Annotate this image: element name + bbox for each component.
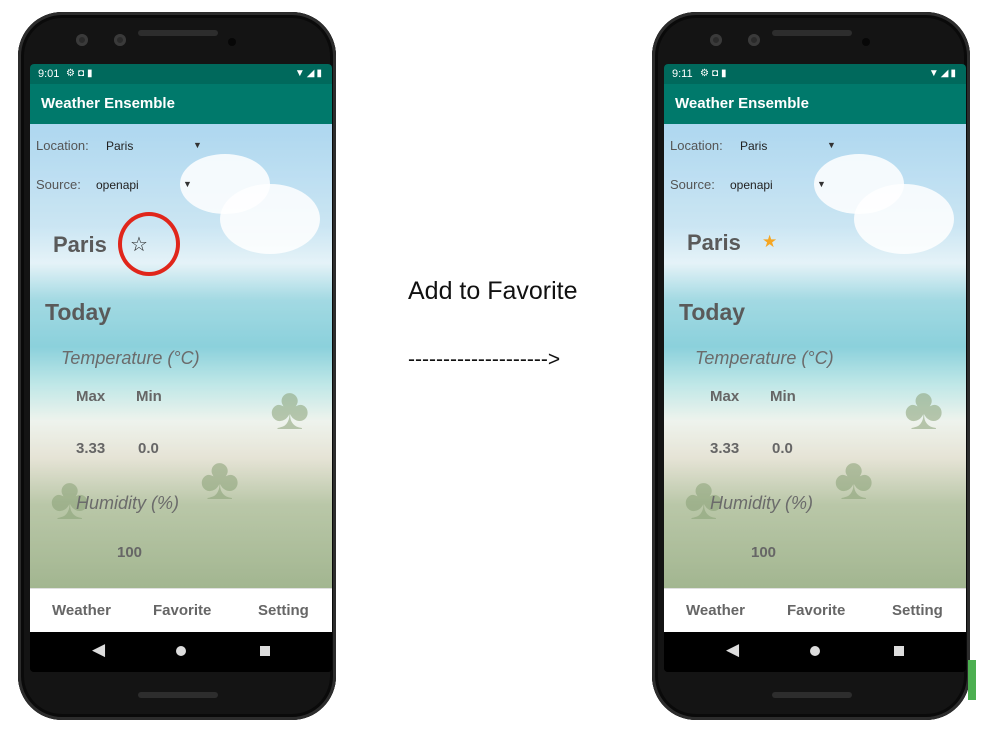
weather-content: ♣ ♣ ♣ Location: Paris ▼ Source: openapi …: [30, 124, 332, 588]
status-time: 9:01: [38, 68, 60, 80]
status-time: 9:11: [672, 68, 693, 80]
phone-before: 9:01 ⚙◘▮ ▼◢▮ Weather Ensemble ♣ ♣ ♣ Loca…: [18, 12, 336, 720]
dropdown-arrow-icon[interactable]: ▼: [817, 179, 826, 189]
tab-favorite[interactable]: Favorite: [153, 602, 211, 619]
earpiece-speaker: [138, 30, 218, 36]
today-heading: Today: [679, 299, 746, 325]
source-label: Source:: [36, 177, 81, 192]
humidity-value: 100: [117, 544, 143, 561]
source-dropdown[interactable]: openapi: [730, 178, 773, 192]
app-bar: Weather Ensemble: [30, 84, 332, 124]
max-label: Max: [710, 388, 740, 405]
bottom-tab-bar: Weather Favorite Setting: [664, 588, 966, 633]
city-name: Paris: [687, 230, 741, 255]
min-value: 0.0: [138, 440, 159, 457]
humidity-title: Humidity (%): [710, 493, 814, 513]
proximity-sensor: [228, 38, 236, 46]
caption: Add to Favorite: [408, 277, 578, 305]
city-name: Paris: [53, 232, 107, 257]
status-bar: 9:11 ⚙◘▮ ▼◢▮: [664, 64, 966, 84]
temperature-title: Temperature (°C): [695, 348, 834, 368]
min-label: Min: [770, 388, 796, 405]
app-title: Weather Ensemble: [41, 95, 175, 112]
home-icon[interactable]: [810, 646, 820, 656]
transition-arrow: -------------------->: [408, 348, 561, 371]
location-label: Location:: [670, 138, 723, 153]
earpiece-speaker: [772, 30, 852, 36]
location-dropdown[interactable]: Paris: [740, 139, 767, 153]
back-icon[interactable]: ◀: [726, 640, 739, 660]
dropdown-arrow-icon[interactable]: ▼: [183, 179, 192, 189]
dropdown-arrow-icon[interactable]: ▼: [193, 140, 202, 150]
android-nav-bar: ◀: [30, 632, 332, 672]
max-label: Max: [76, 388, 106, 405]
tab-weather[interactable]: Weather: [686, 602, 745, 619]
app-title: Weather Ensemble: [675, 95, 809, 112]
humidity-title: Humidity (%): [76, 493, 180, 513]
favorite-star-icon[interactable]: ★: [762, 232, 777, 252]
signal-battery-icon: ▼◢▮: [928, 68, 958, 79]
proximity-sensor: [862, 38, 870, 46]
highlight-circle: [118, 212, 180, 276]
max-value: 3.33: [710, 440, 740, 457]
signal-battery-icon: ▼◢▮: [294, 68, 324, 79]
source-label: Source:: [670, 177, 715, 192]
home-icon[interactable]: [176, 646, 186, 656]
weather-content: ♣ ♣ ♣ Location: Paris ▼ Source: openapi …: [664, 124, 966, 588]
bottom-speaker: [772, 692, 852, 698]
humidity-value: 100: [751, 544, 777, 561]
min-label: Min: [136, 388, 162, 405]
source-dropdown[interactable]: openapi: [96, 178, 139, 192]
today-heading: Today: [45, 299, 112, 325]
recent-apps-icon[interactable]: [260, 646, 270, 656]
status-bar: 9:01 ⚙◘▮ ▼◢▮: [30, 64, 332, 84]
location-label: Location:: [36, 138, 89, 153]
back-icon[interactable]: ◀: [92, 640, 105, 660]
tab-favorite[interactable]: Favorite: [787, 602, 845, 619]
bottom-speaker: [138, 692, 218, 698]
location-dropdown[interactable]: Paris: [106, 139, 133, 153]
tab-setting[interactable]: Setting: [258, 602, 309, 619]
dropdown-arrow-icon[interactable]: ▼: [827, 140, 836, 150]
app-bar: Weather Ensemble: [664, 84, 966, 124]
max-value: 3.33: [76, 440, 106, 457]
camera-icon: [710, 34, 722, 46]
bottom-tab-bar: Weather Favorite Setting: [30, 588, 332, 633]
android-nav-bar: ◀: [664, 632, 966, 672]
temperature-title: Temperature (°C): [61, 348, 200, 368]
screen-before: 9:01 ⚙◘▮ ▼◢▮ Weather Ensemble ♣ ♣ ♣ Loca…: [30, 64, 332, 672]
window-edge: [968, 660, 976, 700]
min-value: 0.0: [772, 440, 793, 457]
camera-icon: [114, 34, 126, 46]
phone-after: 9:11 ⚙◘▮ ▼◢▮ Weather Ensemble ♣ ♣ ♣ Loca…: [652, 12, 970, 720]
screen-after: 9:11 ⚙◘▮ ▼◢▮ Weather Ensemble ♣ ♣ ♣ Loca…: [664, 64, 966, 672]
camera-icon: [76, 34, 88, 46]
camera-icon: [748, 34, 760, 46]
notification-icons: ⚙◘▮: [700, 68, 730, 79]
recent-apps-icon[interactable]: [894, 646, 904, 656]
tab-setting[interactable]: Setting: [892, 602, 943, 619]
tab-weather[interactable]: Weather: [52, 602, 111, 619]
notification-icons: ⚙◘▮: [66, 68, 96, 79]
